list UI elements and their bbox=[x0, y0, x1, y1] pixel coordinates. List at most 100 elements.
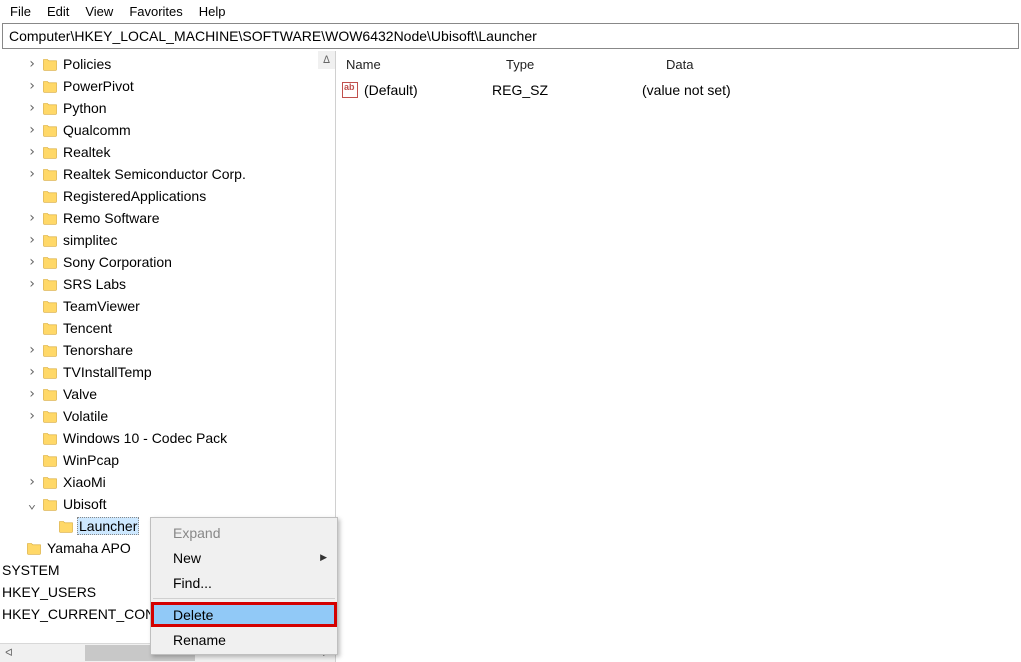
tree-node[interactable]: › Realtek Semiconductor Corp. bbox=[0, 163, 335, 185]
regedit-window: { "menu": {"file":"File","edit":"Edit","… bbox=[0, 0, 1021, 662]
folder-icon bbox=[42, 210, 58, 226]
context-menu-item-label: Rename bbox=[173, 632, 226, 648]
chevron-down-icon[interactable]: ⌄ bbox=[24, 497, 40, 511]
context-menu-item-label: Find... bbox=[173, 575, 212, 591]
tree-twisty-blank: · bbox=[24, 299, 40, 313]
chevron-right-icon[interactable]: › bbox=[24, 255, 40, 269]
tree-node[interactable]: › Python bbox=[0, 97, 335, 119]
folder-icon bbox=[42, 122, 58, 138]
chevron-right-icon[interactable]: › bbox=[24, 409, 40, 423]
scroll-left-button[interactable]: ᐊ bbox=[0, 644, 18, 662]
tree-node-label: Realtek Semiconductor Corp. bbox=[61, 165, 248, 183]
folder-icon bbox=[42, 56, 58, 72]
tree-node[interactable]: ·Windows 10 - Codec Pack bbox=[0, 427, 335, 449]
menu-file[interactable]: File bbox=[2, 2, 39, 21]
tree-node-label: XiaoMi bbox=[61, 473, 108, 491]
context-menu-expand: Expand bbox=[151, 520, 337, 545]
context-menu-separator bbox=[153, 598, 335, 599]
tree-node[interactable]: › Qualcomm bbox=[0, 119, 335, 141]
folder-icon bbox=[42, 364, 58, 380]
folder-icon bbox=[42, 188, 58, 204]
tree-node[interactable]: › simplitec bbox=[0, 229, 335, 251]
tree-node-label: Policies bbox=[61, 55, 113, 73]
chevron-right-icon[interactable]: › bbox=[24, 475, 40, 489]
tree-node[interactable]: › Policies bbox=[0, 53, 335, 75]
chevron-right-icon[interactable]: › bbox=[24, 123, 40, 137]
tree-node-label: RegisteredApplications bbox=[61, 187, 208, 205]
tree-node-label: WinPcap bbox=[61, 451, 121, 469]
context-menu-rename[interactable]: Rename bbox=[151, 627, 337, 652]
context-menu-find[interactable]: Find... bbox=[151, 570, 337, 595]
tree-node-label: Qualcomm bbox=[61, 121, 133, 139]
folder-icon bbox=[42, 496, 58, 512]
tree-node[interactable]: · WinPcap bbox=[0, 449, 335, 471]
folder-icon bbox=[42, 474, 58, 490]
context-menu-delete[interactable]: Delete bbox=[151, 602, 337, 627]
tree-node[interactable]: ›Sony Corporation bbox=[0, 251, 335, 273]
list-item[interactable]: (Default) REG_SZ (value not set) bbox=[336, 79, 1021, 101]
tree-node-label: TeamViewer bbox=[61, 297, 142, 315]
tree-node-label: HKEY_CURRENT_CON bbox=[0, 605, 157, 623]
tree-node[interactable]: ›Tenorshare bbox=[0, 339, 335, 361]
context-menu-item-label: Delete bbox=[173, 607, 213, 623]
folder-icon bbox=[42, 342, 58, 358]
tree-node[interactable]: · TeamViewer bbox=[0, 295, 335, 317]
chevron-right-icon[interactable]: › bbox=[24, 233, 40, 247]
tree-node-label: Windows 10 - Codec Pack bbox=[61, 429, 229, 447]
chevron-right-icon[interactable]: › bbox=[24, 145, 40, 159]
tree-node[interactable]: › Volatile bbox=[0, 405, 335, 427]
tree-node[interactable]: ⌄Ubisoft bbox=[0, 493, 335, 515]
tree-twisty-blank: · bbox=[24, 189, 40, 203]
tree-node[interactable]: › PowerPivot bbox=[0, 75, 335, 97]
tree-node[interactable]: ›Valve bbox=[0, 383, 335, 405]
chevron-right-icon[interactable]: › bbox=[24, 343, 40, 357]
menu-help[interactable]: Help bbox=[191, 2, 234, 21]
tree-node[interactable]: › XiaoMi bbox=[0, 471, 335, 493]
folder-icon bbox=[42, 276, 58, 292]
chevron-right-icon[interactable]: › bbox=[24, 57, 40, 71]
chevron-right-icon[interactable]: › bbox=[24, 79, 40, 93]
scroll-up-button[interactable]: ᐃ bbox=[318, 51, 335, 69]
menu-view[interactable]: View bbox=[77, 2, 121, 21]
tree-node-label: Remo Software bbox=[61, 209, 161, 227]
chevron-right-icon[interactable]: › bbox=[24, 167, 40, 181]
tree-node-label: PowerPivot bbox=[61, 77, 136, 95]
chevron-right-icon[interactable]: › bbox=[24, 277, 40, 291]
folder-icon bbox=[42, 386, 58, 402]
chevron-right-icon[interactable]: › bbox=[24, 387, 40, 401]
tree-node-label: Launcher bbox=[77, 517, 139, 535]
folder-icon bbox=[42, 144, 58, 160]
tree-node[interactable]: ›Realtek bbox=[0, 141, 335, 163]
column-type[interactable]: Type bbox=[496, 57, 656, 72]
context-menu-new[interactable]: New▶ bbox=[151, 545, 337, 570]
chevron-right-icon[interactable]: › bbox=[24, 211, 40, 225]
column-name[interactable]: Name bbox=[336, 57, 496, 72]
folder-icon bbox=[42, 298, 58, 314]
address-bar[interactable]: Computer\HKEY_LOCAL_MACHINE\SOFTWARE\WOW… bbox=[2, 23, 1019, 49]
tree-node-label: SRS Labs bbox=[61, 275, 128, 293]
values-list[interactable]: (Default) REG_SZ (value not set) bbox=[336, 77, 1021, 662]
tree-node-label: simplitec bbox=[61, 231, 119, 249]
folder-icon bbox=[58, 518, 74, 534]
tree-node[interactable]: ·Tencent bbox=[0, 317, 335, 339]
tree-node-label: Python bbox=[61, 99, 109, 117]
tree-node-label: Volatile bbox=[61, 407, 110, 425]
menu-edit[interactable]: Edit bbox=[39, 2, 77, 21]
values-pane: Name Type Data (Default) REG_SZ (value n… bbox=[336, 51, 1021, 662]
tree-node-label: Yamaha APO bbox=[45, 539, 133, 557]
column-data[interactable]: Data bbox=[656, 57, 1021, 72]
tree-node[interactable]: · RegisteredApplications bbox=[0, 185, 335, 207]
tree-node[interactable]: › SRS Labs bbox=[0, 273, 335, 295]
tree-twisty-blank: · bbox=[8, 541, 24, 555]
chevron-right-icon[interactable]: › bbox=[24, 101, 40, 115]
tree-node[interactable]: ›TVInstallTemp bbox=[0, 361, 335, 383]
folder-icon bbox=[42, 232, 58, 248]
menubar: File Edit View Favorites Help bbox=[0, 0, 1021, 23]
chevron-right-icon[interactable]: › bbox=[24, 365, 40, 379]
menu-favorites[interactable]: Favorites bbox=[121, 2, 190, 21]
tree-node[interactable]: › Remo Software bbox=[0, 207, 335, 229]
value-name: (Default) bbox=[364, 82, 492, 98]
folder-icon bbox=[42, 430, 58, 446]
tree-twisty-blank: · bbox=[24, 453, 40, 467]
folder-icon bbox=[26, 540, 42, 556]
